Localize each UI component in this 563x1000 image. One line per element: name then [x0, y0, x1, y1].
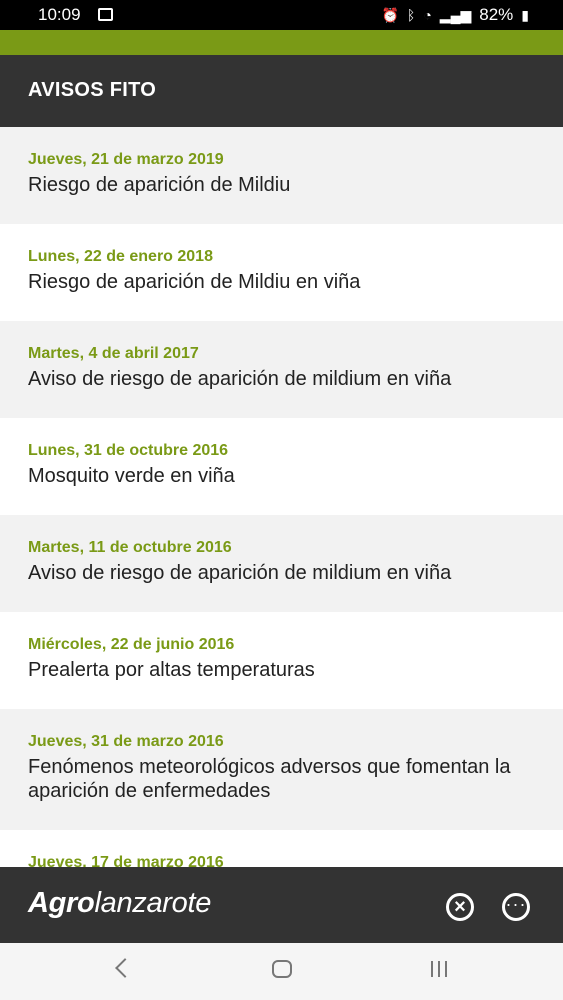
bottom-bar: Agrolanzarote × ··· [0, 867, 563, 943]
logo-part-agro: Agro [28, 887, 95, 919]
signal-icon: ▂▄▆ [439, 6, 472, 23]
accent-bar [0, 30, 563, 55]
item-date: Martes, 11 de octubre 2016 [28, 539, 232, 556]
item-date: Jueves, 17 de marzo 2016 [28, 854, 224, 867]
battery-icon: ▮ [521, 6, 529, 23]
list-item[interactable]: Jueves, 31 de marzo 2016 Fenómenos meteo… [0, 709, 563, 830]
list-item[interactable]: Lunes, 22 de enero 2018 Riesgo de aparic… [0, 224, 563, 321]
list-item[interactable]: Martes, 4 de abril 2017 Aviso de riesgo … [0, 321, 563, 418]
item-date: Miércoles, 22 de junio 2016 [28, 636, 235, 653]
item-date: Lunes, 31 de octubre 2016 [28, 442, 229, 459]
item-title: Fenómenos meteorológicos adversos que fo… [28, 756, 511, 802]
status-time: 10:09 [38, 5, 81, 24]
item-date: Jueves, 31 de marzo 2016 [28, 733, 224, 750]
list-item[interactable]: Jueves, 17 de marzo 2016 [0, 830, 563, 867]
list-item[interactable]: Jueves, 21 de marzo 2019 Riesgo de apari… [0, 127, 563, 224]
status-icons: ⏰ ᛒ ◔ ▂▄▆ 82% ▮ [381, 5, 529, 25]
back-icon[interactable] [115, 958, 135, 978]
item-title: Mosquito verde en viña [28, 465, 235, 487]
item-title: Aviso de riesgo de aparición de mildium … [28, 368, 452, 390]
list-item[interactable]: Martes, 11 de octubre 2016 Aviso de ries… [0, 515, 563, 612]
agrolanzarote-logo: Agrolanzarote [28, 887, 211, 920]
list-item[interactable]: Lunes, 31 de octubre 2016 Mosquito verde… [0, 418, 563, 515]
image-notification-icon [98, 8, 113, 21]
list-item[interactable]: Miércoles, 22 de junio 2016 Prealerta po… [0, 612, 563, 709]
more-options-button[interactable]: ··· [502, 893, 530, 921]
page-title: AVISOS FITO [28, 79, 157, 101]
alarm-icon: ⏰ [381, 6, 399, 23]
battery-percent: 82% [479, 5, 514, 24]
item-date: Jueves, 21 de marzo 2019 [28, 151, 224, 168]
more-horizontal-icon: ··· [505, 894, 527, 914]
item-date: Lunes, 22 de enero 2018 [28, 248, 213, 265]
system-nav-bar [0, 943, 563, 1000]
wifi-icon: ◔ [423, 7, 432, 23]
logo-part-lanzarote: lanzarote [94, 887, 212, 919]
close-button[interactable]: × [446, 893, 474, 921]
bluetooth-icon: ᛒ [406, 7, 416, 23]
item-date: Martes, 4 de abril 2017 [28, 345, 199, 362]
home-icon[interactable] [272, 960, 292, 978]
recents-icon[interactable] [431, 961, 447, 977]
app-header: AVISOS FITO [0, 55, 563, 127]
notice-list[interactable]: Jueves, 21 de marzo 2019 Riesgo de apari… [0, 127, 563, 867]
status-bar: 10:09 ⏰ ᛒ ◔ ▂▄▆ 82% ▮ [0, 0, 563, 30]
close-icon: × [454, 896, 466, 918]
item-title: Aviso de riesgo de aparición de mildium … [28, 562, 452, 584]
item-title: Riesgo de aparición de Mildiu [28, 174, 291, 196]
item-title: Prealerta por altas temperaturas [28, 659, 315, 681]
item-title: Riesgo de aparición de Mildiu en viña [28, 271, 361, 293]
